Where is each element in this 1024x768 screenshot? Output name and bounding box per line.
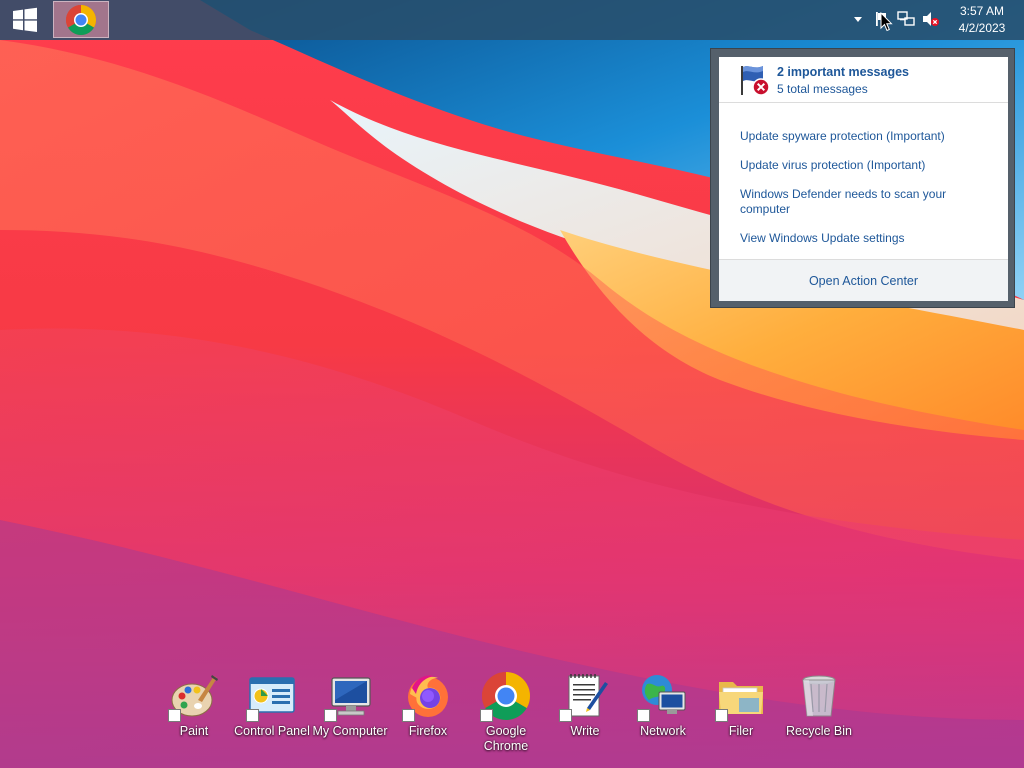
shortcut-arrow-icon xyxy=(402,709,415,722)
mouse-cursor-icon xyxy=(880,12,893,32)
volume-muted-icon[interactable] xyxy=(922,10,940,28)
desktop-icon-my-computer[interactable]: My Computer xyxy=(311,668,389,758)
shortcut-arrow-icon xyxy=(637,709,650,722)
shortcut-arrow-icon xyxy=(480,709,493,722)
windows-logo-icon xyxy=(13,7,37,32)
desktop-icon-label: Control Panel xyxy=(234,724,310,738)
desktop-icon-label: Write xyxy=(570,724,600,738)
shortcut-arrow-icon xyxy=(324,709,337,722)
desktop-icon-label: Network xyxy=(640,724,686,738)
tray-clock[interactable]: 3:57 AM 4/2/2023 xyxy=(952,3,1012,37)
desktop-icon-paint[interactable]: Paint xyxy=(155,668,233,758)
message-link-virus-update[interactable]: Update virus protection (Important) xyxy=(740,158,990,173)
popup-header: 2 important messages 5 total messages xyxy=(719,57,1008,103)
desktop-icon-label: My Computer xyxy=(312,724,388,738)
message-link-defender-scan[interactable]: Windows Defender needs to scan your comp… xyxy=(740,187,990,217)
taskbar: 3:57 AM 4/2/2023 xyxy=(0,0,1024,40)
desktop-icon-recycle-bin[interactable]: Recycle Bin xyxy=(780,668,858,758)
shortcut-arrow-icon xyxy=(715,709,728,722)
desktop-icon-filer[interactable]: Filer xyxy=(702,668,780,758)
desktop-icon-write[interactable]: Write xyxy=(546,668,624,758)
recycle-bin-icon xyxy=(802,675,836,717)
network-icon[interactable] xyxy=(897,10,915,28)
desktop-icon-google-chrome[interactable]: Google Chrome xyxy=(467,668,545,758)
taskbar-chrome-button[interactable] xyxy=(53,1,109,38)
tray-date: 4/2/2023 xyxy=(958,21,1006,35)
popup-footer: Open Action Center xyxy=(719,259,1008,301)
desktop-icon-label: Filer xyxy=(728,724,754,738)
action-center-panel: 2 important messages 5 total messages Up… xyxy=(719,57,1008,301)
open-action-center-link[interactable]: Open Action Center xyxy=(809,274,918,288)
total-messages-text: 5 total messages xyxy=(777,82,868,96)
desktop-icon-label: Recycle Bin xyxy=(786,724,852,738)
shortcut-arrow-icon xyxy=(559,709,572,722)
message-link-spyware-update[interactable]: Update spyware protection (Important) xyxy=(740,129,990,144)
desktop-icon-label: Google Chrome xyxy=(483,724,529,753)
chrome-icon xyxy=(65,4,97,35)
tray-time: 3:57 AM xyxy=(959,4,1005,18)
action-center-popup: 2 important messages 5 total messages Up… xyxy=(710,48,1015,308)
desktop-icon-label: Paint xyxy=(179,724,209,738)
chevron-up-icon[interactable] xyxy=(849,10,867,28)
shortcut-arrow-icon xyxy=(246,709,259,722)
desktop[interactable]: 3:57 AM 4/2/2023 2 important messages 5 … xyxy=(0,0,1024,768)
desktop-icon-label: Firefox xyxy=(408,724,448,738)
start-button[interactable] xyxy=(0,0,50,40)
important-messages-link[interactable]: 2 important messages xyxy=(777,65,909,79)
action-center-flag-error-icon xyxy=(741,66,770,96)
desktop-icon-firefox[interactable]: Firefox xyxy=(389,668,467,758)
shortcut-arrow-icon xyxy=(168,709,181,722)
desktop-icon-control-panel[interactable]: Control Panel xyxy=(233,668,311,758)
message-link-windows-update-settings[interactable]: View Windows Update settings xyxy=(740,231,990,246)
desktop-icon-network[interactable]: Network xyxy=(624,668,702,758)
